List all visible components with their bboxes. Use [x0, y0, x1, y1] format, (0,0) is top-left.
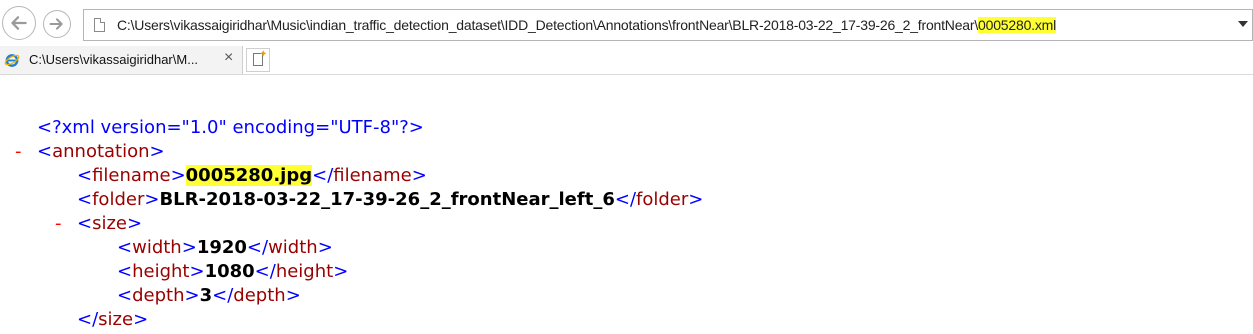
tab-title: C:\Users\vikassaigiridhar\M...	[29, 52, 199, 67]
page-icon	[94, 18, 105, 32]
tag-filename-close: filename	[333, 165, 412, 186]
folder-value: BLR-2018-03-22_17-39-26_2_frontNear_left…	[159, 189, 615, 210]
address-url[interactable]: C:\Users\vikassaigiridhar\Music\indian_t…	[117, 17, 1056, 33]
xml-node-height: <height>1080</height>	[117, 261, 349, 282]
tag-folder-open: folder	[92, 189, 145, 210]
chevron-down-icon[interactable]	[1238, 21, 1248, 27]
navigation-bar: C:\Users\vikassaigiridhar\Music\indian_t…	[0, 0, 1253, 46]
collapse-toggle-size[interactable]: -	[55, 212, 62, 236]
url-filename-highlight: 0005280.xml	[978, 17, 1057, 33]
close-icon[interactable]: ×	[224, 49, 233, 67]
address-bar[interactable]: C:\Users\vikassaigiridhar\Music\indian_t…	[83, 9, 1253, 41]
internet-explorer-icon	[4, 54, 20, 67]
tab-xml-file[interactable]: C:\Users\vikassaigiridhar\M... ×	[0, 46, 243, 74]
tag-width-open: width	[132, 237, 182, 258]
sparkle-icon: ✦	[259, 49, 268, 60]
height-value: 1080	[204, 261, 255, 282]
tag-height-close: height	[275, 261, 334, 282]
tag-depth-close: depth	[233, 285, 286, 306]
back-arrow-icon	[11, 16, 27, 30]
width-value: 1920	[196, 237, 247, 258]
forward-arrow-icon	[49, 18, 63, 30]
xml-declaration-text: <?xml version="1.0" encoding="UTF-8"?>	[37, 117, 424, 138]
collapse-toggle-annotation[interactable]: -	[15, 140, 22, 164]
xml-node-width: <width>1920</width>	[117, 237, 333, 258]
tag-size-open: size	[92, 213, 127, 234]
xml-node-depth: <depth>3</depth>	[117, 285, 301, 306]
tag-filename-open: filename	[92, 165, 171, 186]
back-button[interactable]	[2, 6, 36, 40]
xml-node-folder: <folder>BLR-2018-03-22_17-39-26_2_frontN…	[77, 189, 704, 210]
tag-height-open: height	[132, 261, 190, 282]
tag-folder-close: folder	[636, 189, 689, 210]
tab-bar: C:\Users\vikassaigiridhar\M... × ✦	[0, 46, 1253, 75]
tag-width-close: width	[268, 237, 318, 258]
new-tab-button[interactable]: ✦	[246, 48, 270, 72]
tag-depth-open: depth	[132, 285, 185, 306]
tag-size-close: size	[98, 309, 134, 330]
depth-value: 3	[199, 285, 213, 306]
xml-declaration: <?xml version="1.0" encoding="UTF-8"?>	[37, 116, 424, 140]
forward-button[interactable]	[43, 10, 71, 38]
filename-value: 0005280.jpg	[185, 165, 313, 186]
xml-node-size-close: </size>	[77, 309, 149, 330]
url-path: C:\Users\vikassaigiridhar\Music\indian_t…	[117, 17, 979, 33]
tag-annotation: annotation	[52, 141, 150, 162]
xml-node-filename: <filename>0005280.jpg</filename>	[77, 165, 427, 186]
